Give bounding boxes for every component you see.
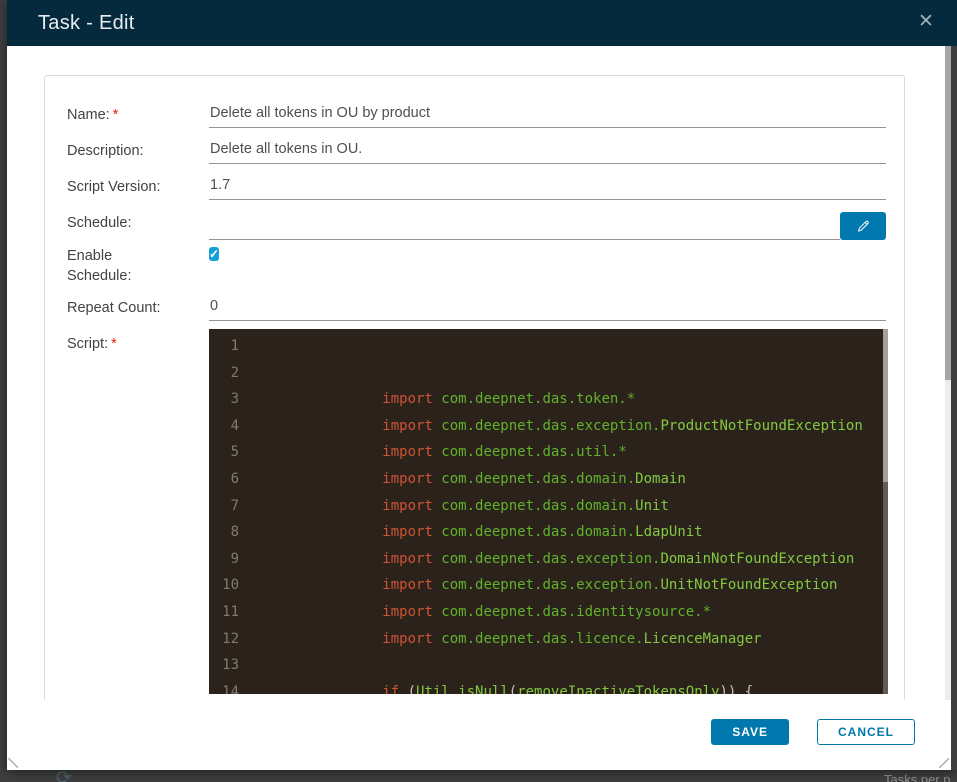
line-number: 9 — [230, 550, 239, 567]
name-label: Name: * — [67, 107, 119, 123]
save-button[interactable]: SAVE — [711, 719, 789, 745]
script-label: Script: * — [67, 336, 117, 352]
resize-grip-right[interactable] — [939, 758, 949, 768]
resize-grip-left[interactable] — [8, 758, 18, 768]
code-line: 1 — [209, 333, 888, 360]
dialog-header: Task - Edit ✕ — [7, 0, 957, 46]
code-line: 6 import com.deepnet.das.domain.Domain — [209, 466, 888, 493]
code-line: 11 import com.deepnet.das.identitysource… — [209, 599, 888, 626]
code-line: 2 — [209, 360, 888, 387]
line-number: 6 — [230, 470, 239, 487]
code-line: 14 if (Util.isNull(removeInactiveTokensO… — [209, 679, 888, 694]
task-form-card: Name:* Description: Script Version: Sche… — [44, 75, 905, 700]
close-icon[interactable]: ✕ — [914, 10, 938, 34]
line-number: 7 — [230, 497, 239, 514]
script-version-input[interactable] — [209, 177, 886, 200]
edit-schedule-button[interactable] — [840, 212, 886, 240]
enable-schedule-row: Enable Schedule: ✓ — [67, 245, 886, 286]
line-number: 11 — [222, 603, 239, 620]
schedule-input[interactable] — [209, 219, 840, 240]
dialog-footer: SAVE CANCEL — [7, 700, 945, 770]
code-line: 7 import com.deepnet.das.domain.Unit — [209, 493, 888, 520]
code-line: 8 import com.deepnet.das.domain.LdapUnit — [209, 519, 888, 546]
required-marker: * — [111, 336, 117, 352]
script-editor[interactable]: 123 import com.deepnet.das.token.* 4 impo… — [209, 329, 888, 694]
repeat-count-input[interactable] — [209, 298, 886, 321]
repeat-count-row: Repeat Count: — [67, 297, 886, 321]
repeat-count-label: Repeat Count: — [67, 300, 161, 316]
line-number: 10 — [222, 577, 239, 594]
editor-scrollbar-thumb[interactable] — [883, 329, 888, 483]
code-line: 13 — [209, 652, 888, 679]
code-line: 4 import com.deepnet.das.exception.Produ… — [209, 413, 888, 440]
code-line: 10 import com.deepnet.das.exception.Unit… — [209, 572, 888, 599]
line-number: 2 — [230, 364, 239, 381]
script-row: Script: * 123 import com.deepnet.das.toke… — [67, 329, 888, 694]
name-row: Name: * — [67, 104, 886, 128]
line-number: 5 — [230, 444, 239, 461]
line-number: 3 — [230, 391, 239, 408]
dialog-title: Task - Edit — [38, 12, 135, 34]
description-input[interactable] — [209, 141, 886, 164]
line-number: 1 — [230, 338, 239, 354]
dialog-scrollbar[interactable] — [945, 46, 951, 700]
editor-scrollbar[interactable] — [883, 329, 888, 694]
script-version-label: Script Version: — [67, 179, 161, 195]
background-page-text: Tasks per p — [884, 772, 951, 782]
line-number: 12 — [222, 630, 239, 647]
name-input[interactable] — [209, 105, 886, 128]
enable-schedule-label: Enable Schedule: — [67, 248, 132, 284]
schedule-row: Schedule: — [67, 212, 886, 240]
script-editor-lines: 123 import com.deepnet.das.token.* 4 impo… — [209, 329, 888, 694]
script-version-row: Script Version: — [67, 176, 886, 200]
schedule-label: Schedule: — [67, 215, 132, 231]
dialog-scrollbar-thumb[interactable] — [945, 46, 951, 380]
task-edit-dialog: Task - Edit ✕ Name:* Description: Script… — [7, 0, 957, 770]
cancel-button[interactable]: CANCEL — [817, 719, 915, 745]
enable-schedule-checkbox[interactable]: ✓ — [209, 247, 220, 261]
code-line: 12 import com.deepnet.das.licence.Licenc… — [209, 626, 888, 653]
code-line: 5 import com.deepnet.das.util.* — [209, 439, 888, 466]
dialog-body: Name:* Description: Script Version: Sche… — [7, 46, 951, 770]
dialog-scroll-area: Name:* Description: Script Version: Sche… — [7, 46, 945, 700]
code-line: 9 import com.deepnet.das.exception.Domai… — [209, 546, 888, 573]
line-number: 4 — [230, 417, 239, 434]
line-number: 8 — [230, 524, 239, 541]
description-row: Description: — [67, 140, 886, 164]
line-number: 13 — [222, 657, 239, 674]
required-marker: * — [112, 107, 119, 123]
line-number: 14 — [222, 683, 239, 694]
pencil-icon — [855, 218, 871, 234]
description-label: Description: — [67, 143, 144, 159]
code-line: 3 import com.deepnet.das.token.* — [209, 386, 888, 413]
